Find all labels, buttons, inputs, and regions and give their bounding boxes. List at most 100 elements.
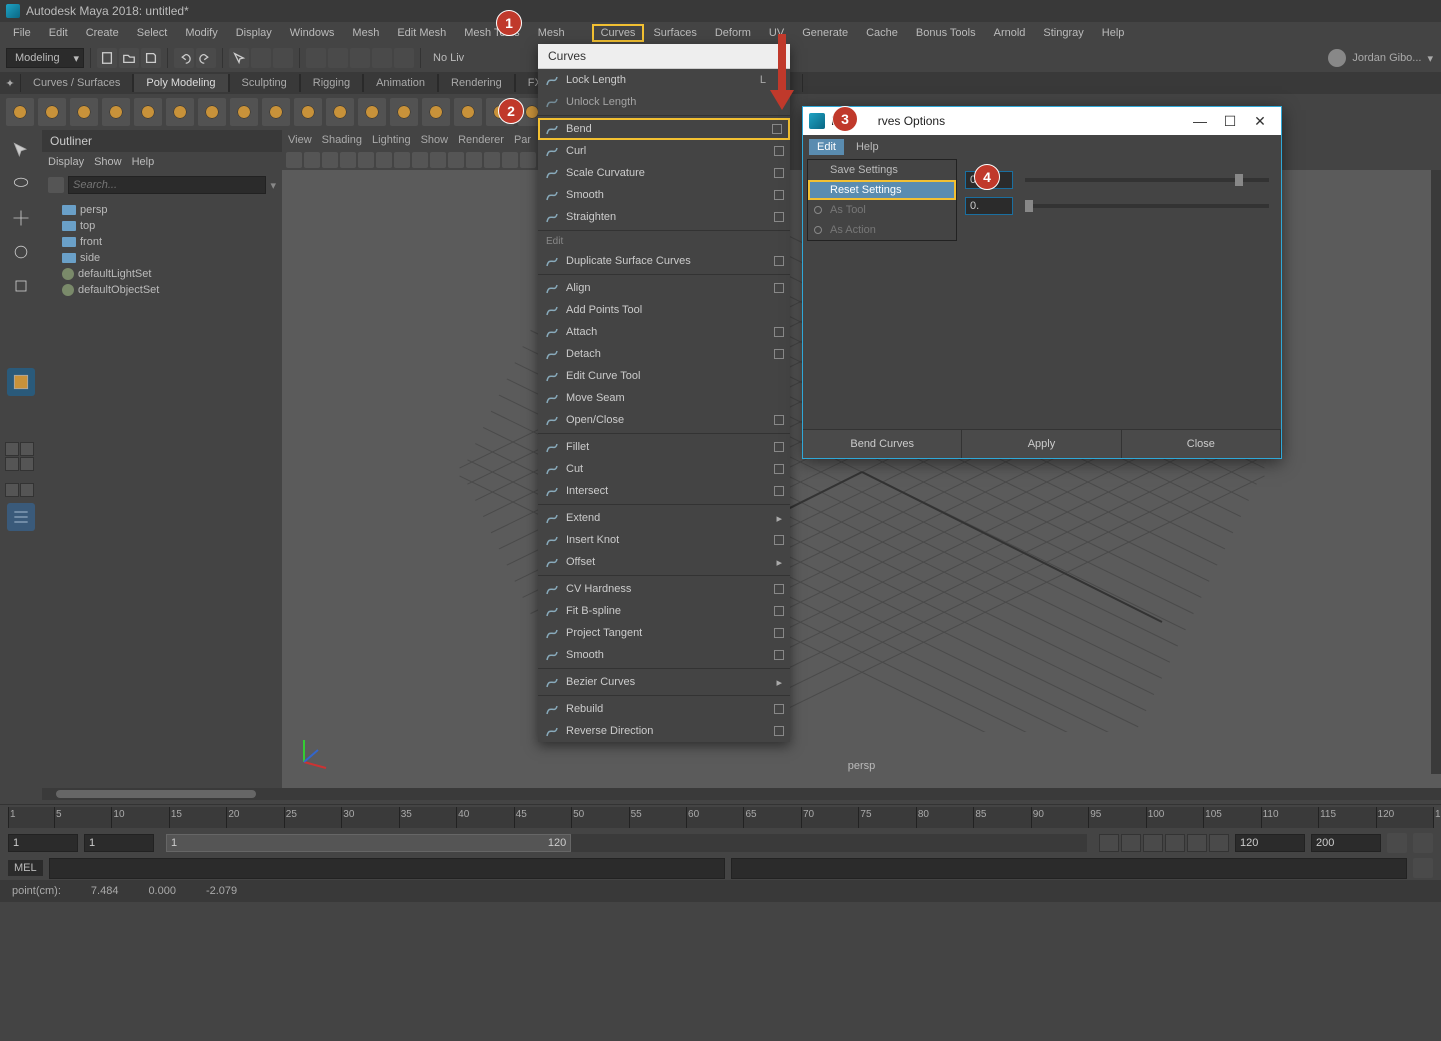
goto-start-button[interactable] [1099, 834, 1119, 852]
outliner-menu-show[interactable]: Show [94, 156, 122, 168]
layout-presets[interactable] [5, 442, 37, 471]
time-slider[interactable]: 1510152025303540455055606570758085909510… [0, 804, 1441, 830]
shelf-disc-icon[interactable] [198, 98, 226, 126]
option-box-icon[interactable] [774, 650, 784, 660]
vp-toolbar-btn-9[interactable] [448, 152, 464, 168]
option-box-icon[interactable] [774, 168, 784, 178]
menu-mesh[interactable]: Mesh [529, 24, 574, 42]
menu-item-unlock-length[interactable]: Unlock Length [538, 91, 790, 113]
chevron-down-icon[interactable]: ▾ [270, 179, 276, 192]
vp-toolbar-btn-1[interactable] [304, 152, 320, 168]
select-tool[interactable] [7, 136, 35, 164]
shelf-prism-icon[interactable] [294, 98, 322, 126]
menu-edit[interactable]: Edit [40, 24, 77, 42]
shelf-gear-icon[interactable]: ✦ [0, 77, 20, 90]
shelf-helix-icon[interactable] [358, 98, 386, 126]
minimize-button[interactable]: — [1185, 113, 1215, 129]
menu-select[interactable]: Select [128, 24, 177, 42]
submenu-reset-settings[interactable]: Reset Settings [808, 180, 956, 200]
shelf-soccer-icon[interactable] [390, 98, 418, 126]
snap-live-icon[interactable] [394, 48, 414, 68]
shelf-platonic-icon[interactable] [230, 98, 258, 126]
menu-item-reverse-direction[interactable]: Reverse Direction [538, 720, 790, 742]
menu-arnold[interactable]: Arnold [985, 24, 1035, 42]
menu-display[interactable]: Display [227, 24, 281, 42]
option-value-2[interactable] [965, 197, 1013, 215]
option-box-icon[interactable] [774, 349, 784, 359]
timeline-ruler[interactable]: 1510152025303540455055606570758085909510… [8, 807, 1433, 828]
menu-item-bezier-curves[interactable]: Bezier Curves▸ [538, 671, 790, 693]
vp-toolbar-btn-0[interactable] [286, 152, 302, 168]
menu-surfaces[interactable]: Surfaces [644, 24, 705, 42]
shelf-sphere-icon[interactable] [6, 98, 34, 126]
account-menu[interactable]: Jordan Gibo... ▾ [1328, 49, 1433, 67]
option-box-icon[interactable] [774, 256, 784, 266]
option-box-icon[interactable] [774, 464, 784, 474]
menu-item-cut[interactable]: Cut [538, 458, 790, 480]
range-slider[interactable]: 1 120 [166, 834, 1087, 852]
outliner-search-input[interactable] [68, 176, 266, 194]
menu-file[interactable]: File [4, 24, 40, 42]
outliner-menu-display[interactable]: Display [48, 156, 84, 168]
menu-item-straighten[interactable]: Straighten [538, 206, 790, 228]
menu-cache[interactable]: Cache [857, 24, 907, 42]
vp-menu-view[interactable]: View [288, 134, 312, 146]
snap-curve-icon[interactable] [328, 48, 348, 68]
shelf-cylinder-icon[interactable] [70, 98, 98, 126]
anim-prefs-icon[interactable] [1387, 833, 1407, 853]
menu-item-fit-b-spline[interactable]: Fit B-spline [538, 600, 790, 622]
menu-item-cv-hardness[interactable]: CV Hardness [538, 578, 790, 600]
vp-toolbar-btn-8[interactable] [430, 152, 446, 168]
menu-create[interactable]: Create [77, 24, 128, 42]
menu-item-detach[interactable]: Detach [538, 343, 790, 365]
menu-generate[interactable]: Generate [793, 24, 857, 42]
option-box-icon[interactable] [774, 726, 784, 736]
shelf-tab-curves-surfaces[interactable]: Curves / Surfaces [20, 74, 133, 92]
shelf-gear-icon[interactable] [454, 98, 482, 126]
vp-toolbar-btn-5[interactable] [376, 152, 392, 168]
menu-item-intersect[interactable]: Intersect [538, 480, 790, 502]
menu-item-attach[interactable]: Attach [538, 321, 790, 343]
lasso-tool[interactable] [7, 170, 35, 198]
optwin-help-menu[interactable]: Help [848, 139, 887, 155]
workspace-dropdown[interactable]: Modeling [6, 48, 84, 68]
step-back-button[interactable] [1121, 834, 1141, 852]
viewport-vscroll[interactable] [1431, 170, 1441, 774]
menu-stingray[interactable]: Stingray [1034, 24, 1092, 42]
vp-menu-lighting[interactable]: Lighting [372, 134, 411, 146]
shelf-cube-icon[interactable] [38, 98, 66, 126]
option-box-icon[interactable] [774, 146, 784, 156]
shelf-cone-icon[interactable] [102, 98, 130, 126]
open-scene-icon[interactable] [119, 48, 139, 68]
menu-item-extend[interactable]: Extend▸ [538, 507, 790, 529]
outliner-node-top[interactable]: top [48, 218, 276, 234]
option-box-icon[interactable] [774, 584, 784, 594]
autokey-icon[interactable] [1413, 833, 1433, 853]
snap-point-icon[interactable] [350, 48, 370, 68]
menu-item-scale-curvature[interactable]: Scale Curvature [538, 162, 790, 184]
snap-plane-icon[interactable] [372, 48, 392, 68]
shelf-tab-rigging[interactable]: Rigging [300, 74, 363, 92]
menu-deform[interactable]: Deform [706, 24, 760, 42]
shelf-tab-poly-modeling[interactable]: Poly Modeling [133, 74, 228, 92]
menu-item-move-seam[interactable]: Move Seam [538, 387, 790, 409]
menu-item-project-tangent[interactable]: Project Tangent [538, 622, 790, 644]
submenu-save-settings[interactable]: Save Settings [808, 160, 956, 180]
vp-toolbar-btn-4[interactable] [358, 152, 374, 168]
select-mode-icon[interactable] [229, 48, 249, 68]
shelf-tab-sculpting[interactable]: Sculpting [229, 74, 300, 92]
anim-start-input[interactable] [8, 834, 78, 852]
lasso-icon[interactable] [251, 48, 271, 68]
command-input[interactable] [49, 858, 725, 879]
shelf-tab-rendering[interactable]: Rendering [438, 74, 515, 92]
hscrollbar[interactable] [42, 788, 1441, 800]
close-button[interactable]: ✕ [1245, 113, 1275, 130]
bend-curves-button[interactable]: Bend Curves [803, 430, 962, 458]
play-back-button[interactable] [1143, 834, 1163, 852]
paint-select-icon[interactable] [273, 48, 293, 68]
menu-blank[interactable] [574, 30, 592, 36]
vp-toolbar-btn-3[interactable] [340, 152, 356, 168]
vp-toolbar-btn-12[interactable] [502, 152, 518, 168]
last-tool[interactable] [7, 320, 35, 348]
option-box-icon[interactable] [774, 190, 784, 200]
